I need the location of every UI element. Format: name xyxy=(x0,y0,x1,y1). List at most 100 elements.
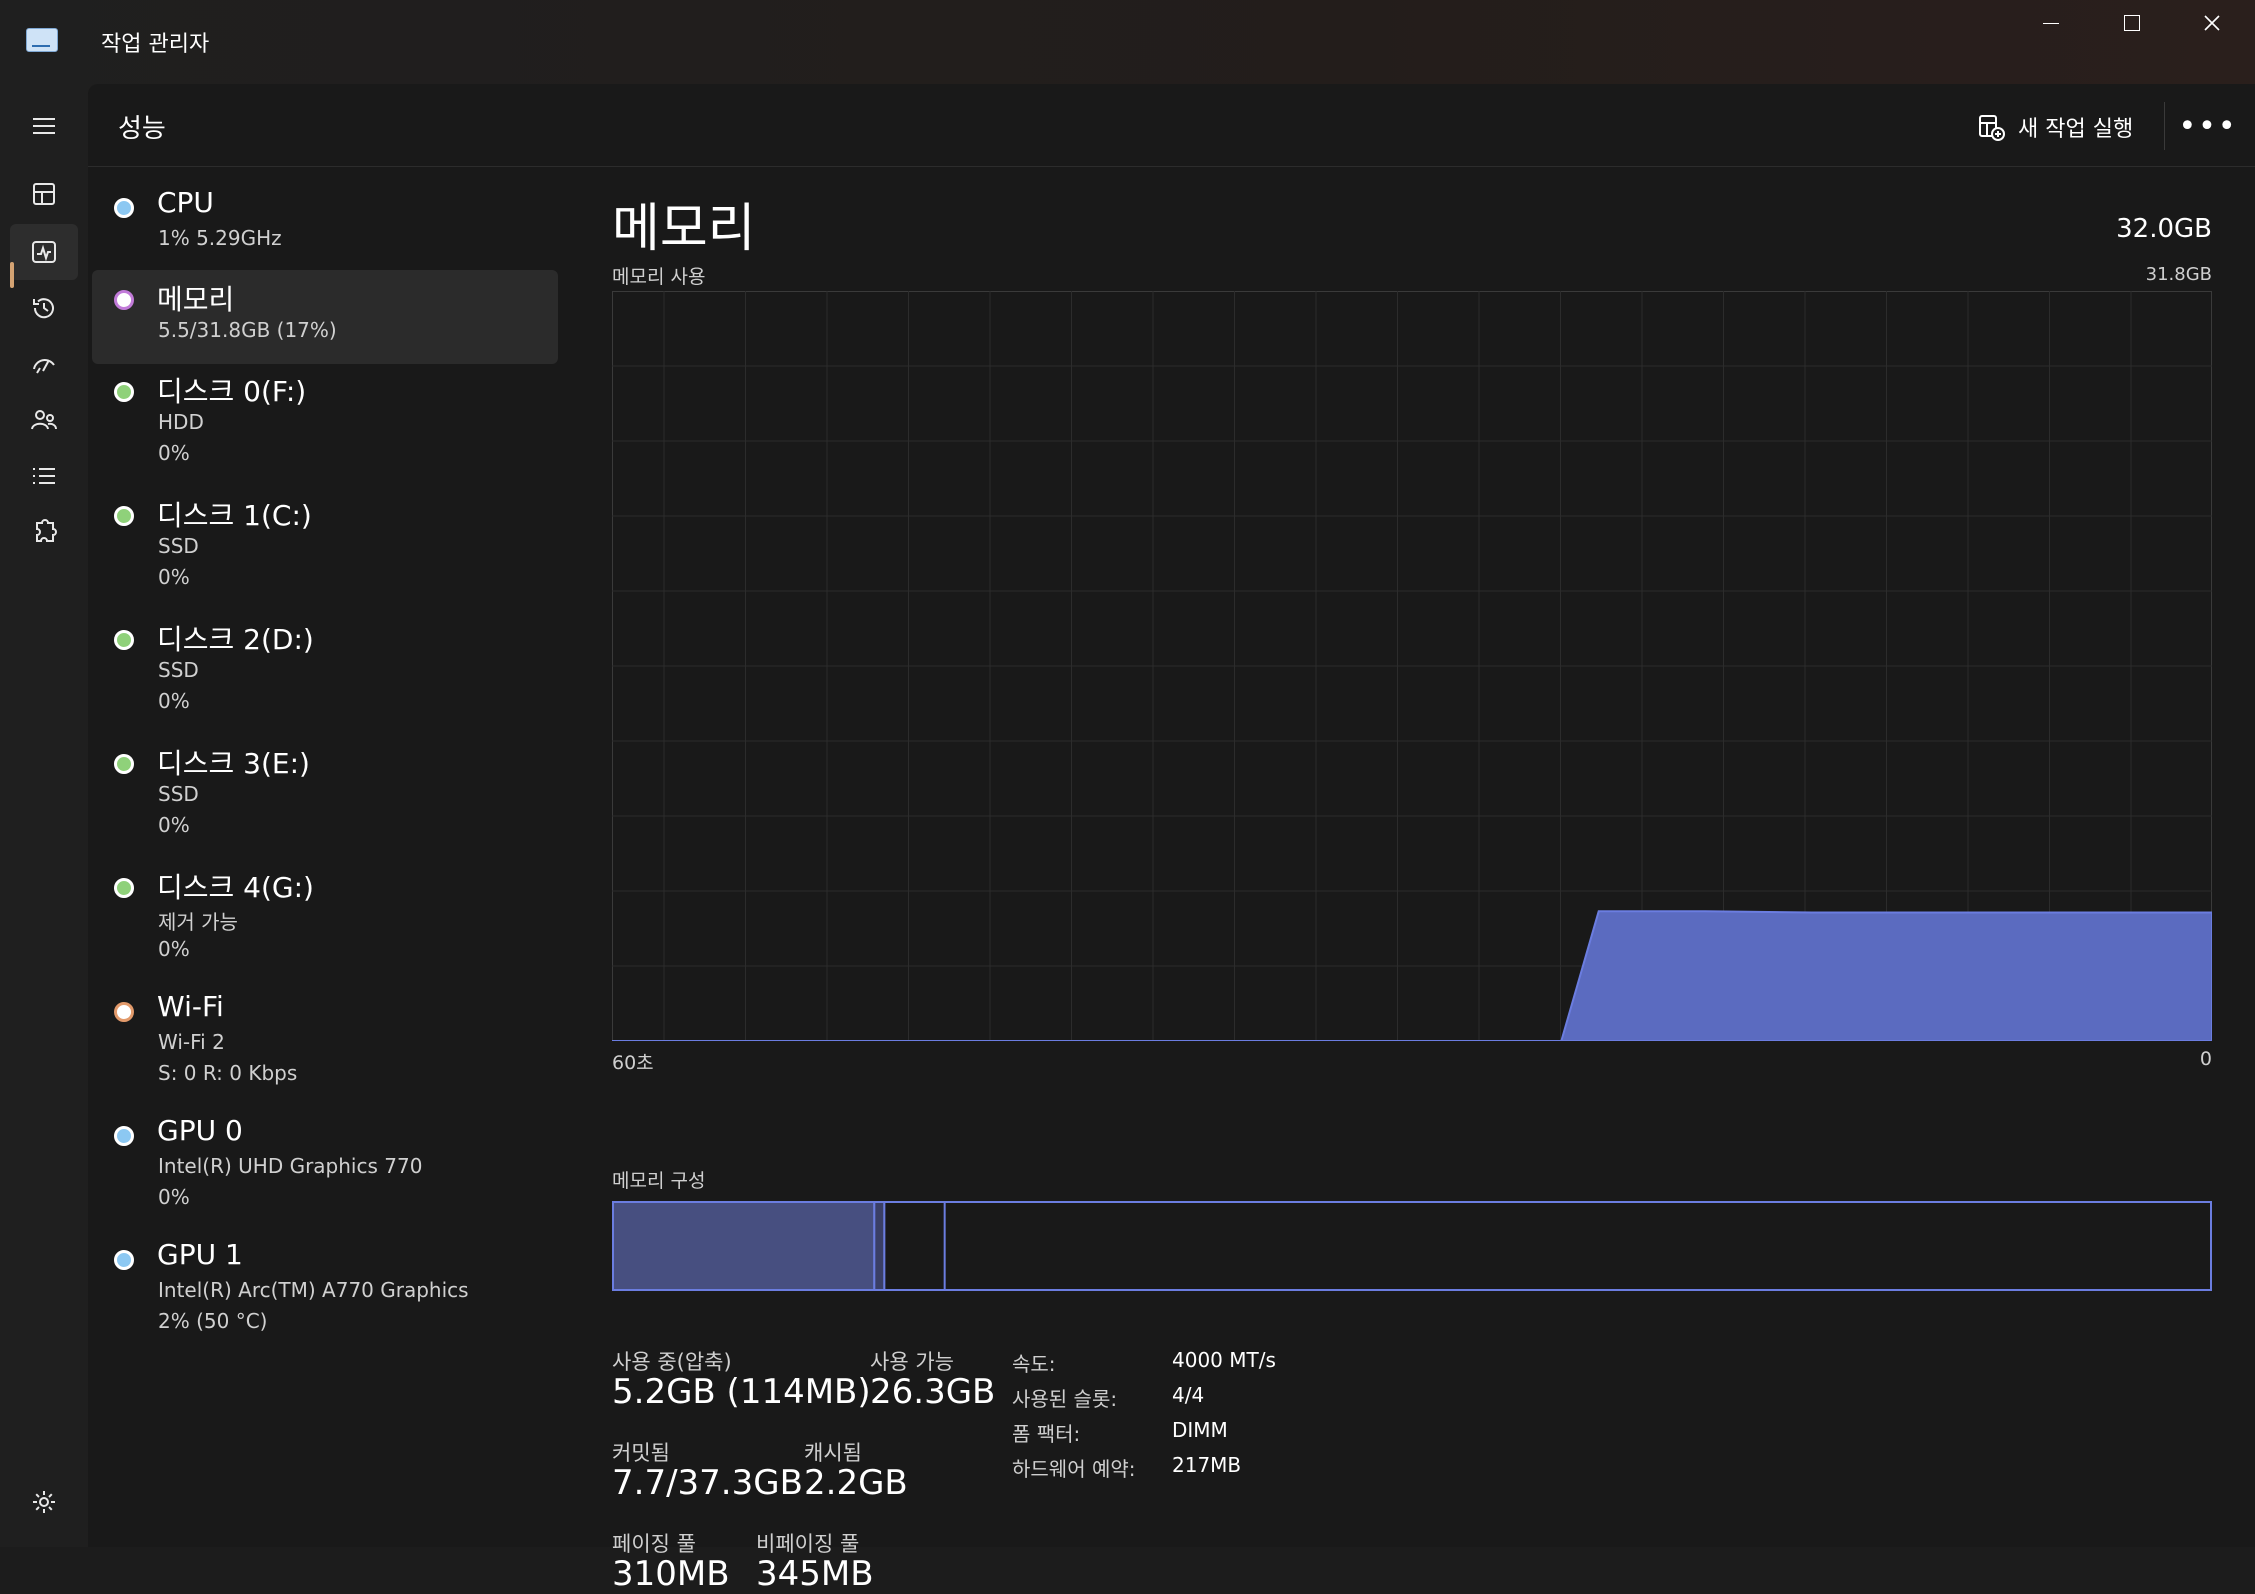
nav-app-history[interactable] xyxy=(10,280,78,336)
performance-graph-icon xyxy=(32,241,56,263)
resource-utilization: 0% xyxy=(158,937,190,961)
resource-name: 디스크 3(E:) xyxy=(157,747,310,780)
new-task-icon xyxy=(1979,115,2005,141)
resource-utilization: 0% xyxy=(158,565,190,589)
nav-services[interactable] xyxy=(10,504,78,560)
form-factor-label: 폼 팩터: xyxy=(1012,1422,1081,1446)
resource-item[interactable]: Wi-Fi Wi-Fi 2 S: 0 R: 0 Kbps xyxy=(92,982,558,1102)
page-title: 성능 xyxy=(118,114,166,144)
resource-status-dot xyxy=(114,1250,134,1270)
resource-name: Wi-Fi xyxy=(157,990,224,1023)
close-icon xyxy=(2204,15,2220,31)
settings-button[interactable] xyxy=(10,1474,78,1530)
hardware-reserved-value: 217MB xyxy=(1172,1453,1242,1477)
maximize-icon xyxy=(2124,15,2140,31)
memory-usage-chart-label: 메모리 사용 xyxy=(612,266,706,288)
minimize-icon xyxy=(2043,22,2059,24)
resource-detail: 1% 5.29GHz xyxy=(158,226,282,250)
slots-used-value: 4/4 xyxy=(1172,1383,1205,1407)
resource-detail: HDD xyxy=(158,410,204,434)
form-factor-value: DIMM xyxy=(1172,1418,1228,1442)
resource-item[interactable]: GPU 1 Intel(R) Arc(TM) A770 Graphics 2% (5… xyxy=(92,1230,558,1350)
nav-details[interactable] xyxy=(10,448,78,504)
resource-name: 메모리 xyxy=(157,283,235,316)
nav-users[interactable] xyxy=(10,392,78,448)
resource-item[interactable]: 디스크 0(F:) HDD 0% xyxy=(92,362,558,482)
resource-name: CPU xyxy=(157,186,214,219)
resource-item[interactable]: 디스크 3(E:) SSD 0% xyxy=(92,734,558,854)
minimize-button[interactable] xyxy=(2011,0,2091,46)
composition-standby-segment xyxy=(883,1201,946,1291)
resource-item[interactable]: 디스크 4(G:) 제거 가능 0% xyxy=(92,858,558,978)
resource-status-dot xyxy=(114,754,134,774)
composition-in-use-segment xyxy=(612,1201,876,1291)
task-manager-app-icon xyxy=(26,28,58,52)
memory-usage-chart xyxy=(612,291,2212,1041)
resource-status-dot xyxy=(114,382,134,402)
ellipsis-icon: ••• xyxy=(2178,108,2238,144)
nav-startup-apps[interactable] xyxy=(10,336,78,392)
startup-gauge-icon xyxy=(33,359,55,374)
close-button[interactable] xyxy=(2172,0,2252,46)
resource-name: GPU 1 xyxy=(157,1238,243,1271)
nav-performance[interactable] xyxy=(10,224,78,280)
resource-status-dot xyxy=(114,630,134,650)
header-divider xyxy=(2164,102,2165,150)
resource-status-dot xyxy=(114,506,134,526)
detail-title: 메모리 xyxy=(612,199,756,259)
resource-status-dot xyxy=(114,1002,134,1022)
history-icon xyxy=(33,298,54,319)
page-header: 성능 새 작업 실행 ••• xyxy=(88,84,2255,167)
resource-detail: 5.5/31.8GB (17%) xyxy=(158,318,337,342)
resource-detail: SSD xyxy=(158,534,199,558)
resource-status-dot xyxy=(114,1126,134,1146)
speed-label: 속도: xyxy=(1012,1352,1056,1376)
resource-name: 디스크 2(D:) xyxy=(157,623,314,656)
resource-detail: Wi-Fi 2 xyxy=(158,1030,225,1054)
resource-item[interactable]: 메모리 5.5/31.8GB (17%) xyxy=(92,270,558,364)
run-new-task-button[interactable]: 새 작업 실행 xyxy=(1976,110,2133,144)
resource-utilization: 0% xyxy=(158,689,190,713)
nonpaged-pool-value: 345MB xyxy=(756,1554,874,1594)
resource-status-dot xyxy=(114,290,134,310)
memory-composition-bar xyxy=(612,1201,2212,1291)
resource-item[interactable]: GPU 0 Intel(R) UHD Graphics 770 0% xyxy=(92,1106,558,1226)
users-icon xyxy=(31,410,57,430)
resource-name: 디스크 4(G:) xyxy=(157,871,314,904)
in-use-value: 5.2GB (114MB) xyxy=(612,1372,871,1412)
resource-item[interactable]: CPU 1% 5.29GHz xyxy=(92,178,558,266)
navigation-rail xyxy=(0,84,88,1547)
resource-utilization: S: 0 R: 0 Kbps xyxy=(158,1061,298,1085)
chart-axis-start-label: 60초 xyxy=(612,1052,654,1074)
hamburger-icon xyxy=(33,118,55,134)
speed-value: 4000 MT/s xyxy=(1172,1348,1276,1372)
resource-utilization: 0% xyxy=(158,441,190,465)
resource-name: GPU 0 xyxy=(157,1114,243,1147)
main-panel: 성능 새 작업 실행 ••• CPU 1% 5.29GHz 메모리 5.5/31.8G… xyxy=(88,84,2255,1594)
memory-detail-panel: 메모리 32.0GB 메모리 사용 31.8GB 60초 0 메모리 구성 사용… xyxy=(612,186,2212,1594)
maximize-button[interactable] xyxy=(2092,0,2172,46)
available-value: 26.3GB xyxy=(870,1372,996,1412)
run-new-task-label: 새 작업 실행 xyxy=(2018,117,2134,142)
total-memory: 32.0GB xyxy=(2116,214,2212,244)
task-manager-window: 작업 관리자 성능 새 작업 실행 ••• CPU 1% 5.29GHz 메모리… xyxy=(0,0,2255,1594)
memory-composition-label: 메모리 구성 xyxy=(612,1170,706,1192)
paged-pool-value: 310MB xyxy=(612,1554,730,1594)
resource-utilization: 0% xyxy=(158,1185,190,1209)
details-list-icon xyxy=(33,468,55,484)
memory-usage-chart-max: 31.8GB xyxy=(2145,264,2212,285)
resource-status-dot xyxy=(114,878,134,898)
chart-axis-end-label: 0 xyxy=(2199,1048,2212,1070)
title-bar: 작업 관리자 xyxy=(0,0,2255,84)
resource-item[interactable]: 디스크 1(C:) SSD 0% xyxy=(92,486,558,606)
nav-processes[interactable] xyxy=(10,166,78,222)
resource-detail: Intel(R) Arc(TM) A770 Graphics xyxy=(158,1278,469,1302)
hamburger-menu-button[interactable] xyxy=(10,98,78,154)
more-options-button[interactable]: ••• xyxy=(2178,106,2235,146)
committed-value: 7.7/37.3GB xyxy=(612,1463,803,1503)
cached-value: 2.2GB xyxy=(804,1463,908,1503)
resource-item[interactable]: 디스크 2(D:) SSD 0% xyxy=(92,610,558,730)
resource-detail: SSD xyxy=(158,658,199,682)
resource-name: 디스크 1(C:) xyxy=(157,499,312,532)
resource-name: 디스크 0(F:) xyxy=(157,375,307,408)
